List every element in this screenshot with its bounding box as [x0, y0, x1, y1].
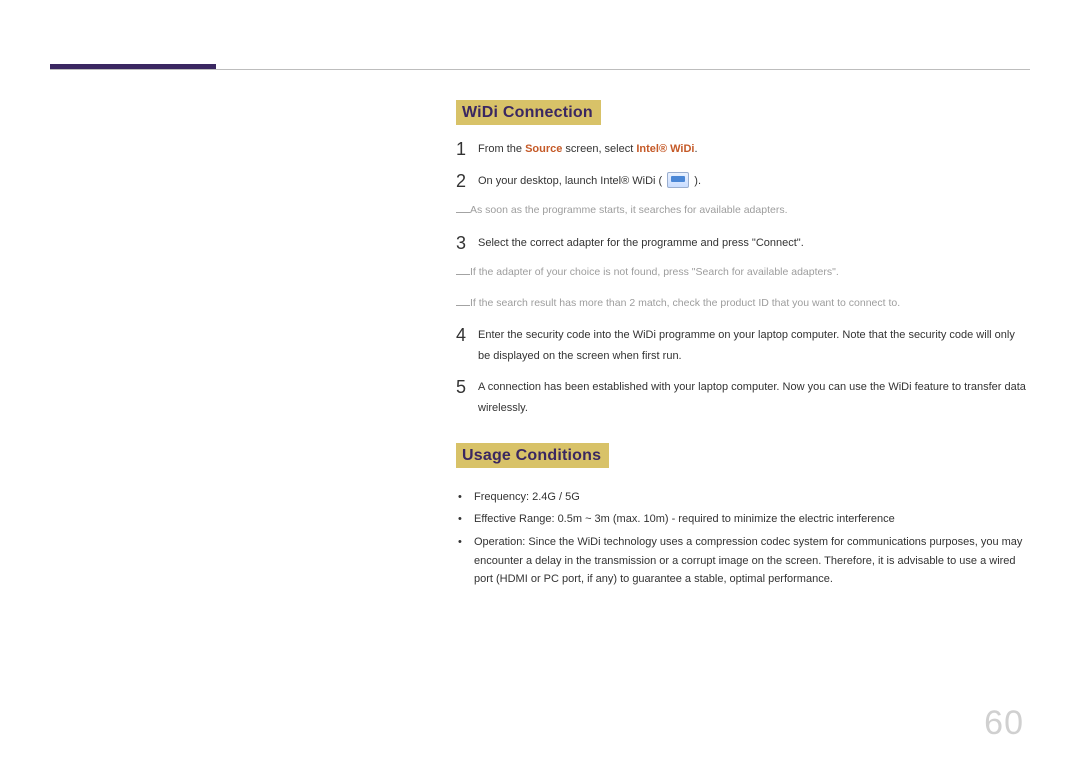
- note-row: ― As soon as the programme starts, it se…: [456, 202, 1030, 224]
- note-dash-icon: ―: [456, 200, 470, 222]
- step-text: .: [694, 143, 697, 155]
- step-text: Select the correct adapter for the progr…: [478, 237, 804, 249]
- step-text: screen, select: [562, 143, 636, 155]
- step-body: A connection has been established with y…: [478, 377, 1030, 419]
- bullet-dot-icon: •: [456, 533, 474, 552]
- step-text: A connection has been established with y…: [478, 381, 1026, 414]
- manual-page: WiDi Connection 1 From the Source screen…: [0, 0, 1080, 763]
- bullet-dot-icon: •: [456, 510, 474, 529]
- step-row: 2 On your desktop, launch Intel® WiDi ( …: [456, 171, 1030, 193]
- step-body: From the Source screen, select Intel® Wi…: [478, 139, 1030, 160]
- bullet-text: Frequency: 2.4G / 5G: [474, 488, 580, 507]
- note-row: ― If the adapter of your choice is not f…: [456, 264, 1030, 286]
- note-dash-icon: ―: [456, 262, 470, 284]
- step-number: 5: [456, 377, 478, 399]
- section-usage-conditions: Usage Conditions • Frequency: 2.4G / 5G …: [456, 443, 1030, 589]
- note-text: If the search result has more than 2 mat…: [470, 295, 900, 312]
- section-title-usage-conditions: Usage Conditions: [456, 443, 609, 468]
- step-body: Enter the security code into the WiDi pr…: [478, 325, 1030, 367]
- intel-widi-icon: [667, 172, 689, 188]
- bullet-dot-icon: •: [456, 488, 474, 507]
- section-title-widi-connection: WiDi Connection: [456, 100, 601, 125]
- step-row: 5 A connection has been established with…: [456, 377, 1030, 419]
- bullet-text: Effective Range: 0.5m ~ 3m (max. 10m) - …: [474, 510, 895, 529]
- page-content: WiDi Connection 1 From the Source screen…: [456, 100, 1030, 593]
- note-dash-icon: ―: [456, 293, 470, 315]
- step-number: 1: [456, 139, 478, 161]
- step-row: 1 From the Source screen, select Intel® …: [456, 139, 1030, 161]
- step-number: 3: [456, 233, 478, 255]
- step-row: 3 Select the correct adapter for the pro…: [456, 233, 1030, 255]
- step-text: ).: [691, 175, 701, 187]
- note-text: As soon as the programme starts, it sear…: [470, 202, 788, 219]
- step-text-bold: Intel® WiDi: [636, 143, 694, 155]
- list-item: • Operation: Since the WiDi technology u…: [456, 533, 1030, 589]
- step-text: Enter the security code into the WiDi pr…: [478, 329, 1015, 362]
- step-text: From the: [478, 143, 525, 155]
- step-body: On your desktop, launch Intel® WiDi ( ).: [478, 171, 1030, 192]
- step-text-bold: Source: [525, 143, 562, 155]
- header-divider: [50, 69, 1030, 70]
- step-row: 4 Enter the security code into the WiDi …: [456, 325, 1030, 367]
- bullet-list: • Frequency: 2.4G / 5G • Effective Range…: [456, 488, 1030, 589]
- list-item: • Effective Range: 0.5m ~ 3m (max. 10m) …: [456, 510, 1030, 529]
- note-row: ― If the search result has more than 2 m…: [456, 295, 1030, 317]
- list-item: • Frequency: 2.4G / 5G: [456, 488, 1030, 507]
- step-text: On your desktop, launch Intel® WiDi (: [478, 175, 665, 187]
- step-body: Select the correct adapter for the progr…: [478, 233, 1030, 254]
- page-number: 60: [984, 704, 1024, 743]
- note-text: If the adapter of your choice is not fou…: [470, 264, 839, 281]
- bullet-text: Operation: Since the WiDi technology use…: [474, 533, 1030, 589]
- step-number: 4: [456, 325, 478, 347]
- step-number: 2: [456, 171, 478, 193]
